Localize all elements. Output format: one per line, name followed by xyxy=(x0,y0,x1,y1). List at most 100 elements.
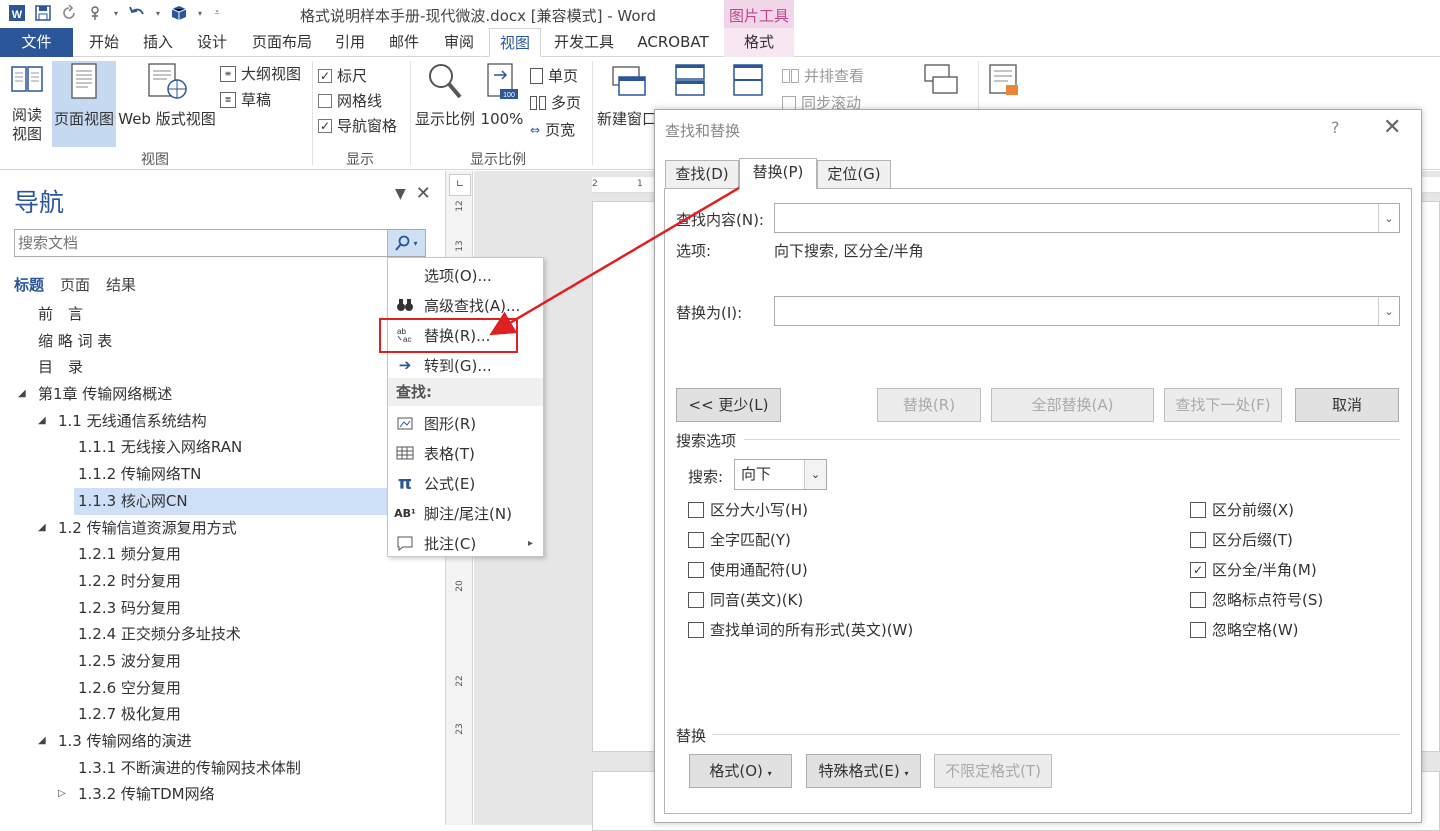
find-next-button[interactable]: 查找下一处(F) xyxy=(1164,388,1282,422)
nav-options-dropdown-icon[interactable]: ▼ xyxy=(395,183,406,204)
menu-item-advanced-find[interactable]: 高级查找(A)... xyxy=(388,290,543,320)
split-button[interactable] xyxy=(726,61,770,110)
tab-home[interactable]: 开始 xyxy=(80,28,128,57)
search-options-button[interactable]: ▾ xyxy=(387,230,425,256)
menu-item-footnotes[interactable]: AB¹ 脚注/尾注(N) xyxy=(388,498,543,528)
touch-mode-icon[interactable] xyxy=(86,4,104,22)
collapse-triangle-icon[interactable]: ◢ xyxy=(38,515,46,541)
tab-view[interactable]: 视图 xyxy=(489,28,541,57)
side-by-side-button[interactable]: 并排查看 xyxy=(782,65,864,86)
option-checkbox[interactable]: 忽略标点符号(S) xyxy=(1190,589,1323,610)
heading-item[interactable]: 1.1.1 无线接入网络RAN xyxy=(0,434,443,461)
tab-format[interactable]: 格式 xyxy=(724,28,794,57)
menu-item-comments[interactable]: 批注(C) ▸ xyxy=(388,528,543,558)
chevron-down-icon[interactable]: ⌄ xyxy=(1378,297,1399,325)
option-checkbox[interactable]: 使用通配符(U) xyxy=(688,559,808,580)
new-window-button[interactable]: 新建窗口 xyxy=(596,61,658,129)
replace-with-combo[interactable]: ⌄ xyxy=(774,296,1400,326)
heading-item[interactable]: 缩 略 词 表 xyxy=(0,328,443,355)
search-direction-select[interactable]: 向下 ⌄ xyxy=(734,459,827,490)
checkbox-box[interactable] xyxy=(688,621,704,638)
replace-all-button[interactable]: 全部替换(A) xyxy=(991,388,1154,422)
option-checkbox[interactable]: 区分前缀(X) xyxy=(1190,499,1294,520)
tab-review[interactable]: 审阅 xyxy=(437,28,481,57)
nav-pane-check[interactable]: ✓ xyxy=(318,118,332,133)
checkbox-box[interactable] xyxy=(688,591,704,608)
option-checkbox[interactable]: 全字匹配(Y) xyxy=(688,529,791,550)
tab-goto[interactable]: 定位(G) xyxy=(817,160,891,188)
page-width-button[interactable]: ⇔ 页宽 xyxy=(530,119,575,140)
option-checkbox[interactable]: 查找单词的所有形式(英文)(W) xyxy=(688,619,913,640)
tab-acrobat[interactable]: ACROBAT xyxy=(628,28,718,57)
heading-item[interactable]: 1.2.3 码分复用 xyxy=(0,595,443,622)
special-format-button[interactable]: 特殊格式(E) ▾ xyxy=(806,754,921,788)
menu-item-goto[interactable]: ➔ 转到(G)... xyxy=(388,350,543,380)
cube-icon[interactable] xyxy=(170,4,188,22)
read-mode-button[interactable]: 阅读 视图 xyxy=(4,61,50,144)
collapse-triangle-icon[interactable]: ◢ xyxy=(38,408,46,434)
heading-item[interactable]: 1.3.1 不断演进的传输网技术体制 xyxy=(0,755,443,782)
menu-item-graphics[interactable]: 图形(R) xyxy=(388,408,543,438)
tab-find[interactable]: 查找(D) xyxy=(665,160,739,188)
tab-mailings[interactable]: 邮件 xyxy=(382,28,426,57)
heading-item[interactable]: 1.2.1 频分复用 xyxy=(0,541,443,568)
web-layout-button[interactable]: Web 版式视图 xyxy=(118,61,216,129)
tab-selector[interactable]: ∟ xyxy=(449,174,471,196)
print-layout-button[interactable]: 页面视图 xyxy=(52,61,116,147)
close-icon[interactable]: ✕ xyxy=(416,183,431,204)
option-checkbox[interactable]: 区分后缀(T) xyxy=(1190,529,1293,550)
one-page-button[interactable]: 单页 xyxy=(530,65,578,86)
menu-item-equations[interactable]: π 公式(E) xyxy=(388,468,543,498)
tab-headings[interactable]: 标题 xyxy=(14,274,44,295)
checkbox-box[interactable] xyxy=(688,531,704,548)
cancel-button[interactable]: 取消 xyxy=(1295,388,1399,422)
find-what-combo[interactable]: ⌄ xyxy=(774,203,1400,233)
word-logo-icon[interactable]: W xyxy=(8,4,26,22)
undo-icon[interactable] xyxy=(128,4,146,22)
option-checkbox[interactable]: 区分大小写(H) xyxy=(688,499,808,520)
customize-qat-icon[interactable]: ⩡ xyxy=(212,4,222,22)
no-formatting-button[interactable]: 不限定格式(T) xyxy=(934,754,1052,788)
heading-item[interactable]: ▷ 1.3.2 传输TDM网络 xyxy=(0,781,443,808)
help-icon[interactable]: ? xyxy=(1331,118,1340,137)
zoom-button[interactable]: 显示比例 xyxy=(414,61,476,129)
collapse-triangle-icon[interactable]: ◢ xyxy=(18,381,26,407)
checkbox-box[interactable] xyxy=(688,501,704,518)
expand-triangle-icon[interactable]: ▷ xyxy=(58,781,66,807)
heading-item[interactable]: ◢ 第1章 传输网络概述 xyxy=(0,381,443,408)
zoom-100-button[interactable]: 100 100% xyxy=(480,61,524,129)
heading-item[interactable]: 1.2.5 波分复用 xyxy=(0,648,443,675)
less-button[interactable]: << 更少(L) xyxy=(676,388,781,422)
tab-pages[interactable]: 页面 xyxy=(60,274,90,295)
heading-item[interactable]: 目 录 xyxy=(0,354,443,381)
dropdown-icon[interactable]: ▾ xyxy=(112,4,120,22)
tab-developer[interactable]: 开发工具 xyxy=(548,28,620,57)
tab-design[interactable]: 设计 xyxy=(190,28,234,57)
heading-item[interactable]: 1.2.7 极化复用 xyxy=(0,701,443,728)
checkbox-box[interactable] xyxy=(1190,531,1206,548)
dropdown-icon[interactable]: ▾ xyxy=(196,4,204,22)
replace-button[interactable]: 替换(R) xyxy=(877,388,981,422)
heading-item[interactable]: ◢ 1.2 传输信道资源复用方式 xyxy=(0,515,443,542)
gridlines-checkbox[interactable]: 网格线 xyxy=(318,90,382,111)
tab-replace[interactable]: 替换(P) xyxy=(739,158,817,189)
option-checkbox[interactable]: 忽略空格(W) xyxy=(1190,619,1299,640)
ruler-check[interactable]: ✓ xyxy=(318,68,332,83)
menu-item-options[interactable]: 选项(O)... xyxy=(388,260,543,290)
replace-with-input[interactable] xyxy=(779,301,1339,319)
collapse-triangle-icon[interactable]: ◢ xyxy=(38,728,46,754)
save-icon[interactable] xyxy=(34,4,52,22)
heading-item[interactable]: 1.1.2 传输网络TN xyxy=(0,461,443,488)
checkbox-box[interactable] xyxy=(688,561,704,578)
heading-item[interactable]: 1.2.2 时分复用 xyxy=(0,568,443,595)
checkbox-box[interactable]: ✓ xyxy=(1190,561,1206,578)
search-input[interactable] xyxy=(18,233,378,253)
macros-button[interactable] xyxy=(984,61,1024,110)
heading-item[interactable]: ◢ 1.1 无线通信系统结构 xyxy=(0,408,443,435)
repeat-icon[interactable] xyxy=(60,4,78,22)
multi-page-button[interactable]: 多页 xyxy=(530,92,581,113)
checkbox-box[interactable] xyxy=(1190,591,1206,608)
draft-view-button[interactable]: ≣ 草稿 xyxy=(220,89,271,110)
tab-layout[interactable]: 页面布局 xyxy=(246,28,318,57)
menu-item-tables[interactable]: 表格(T) xyxy=(388,438,543,468)
